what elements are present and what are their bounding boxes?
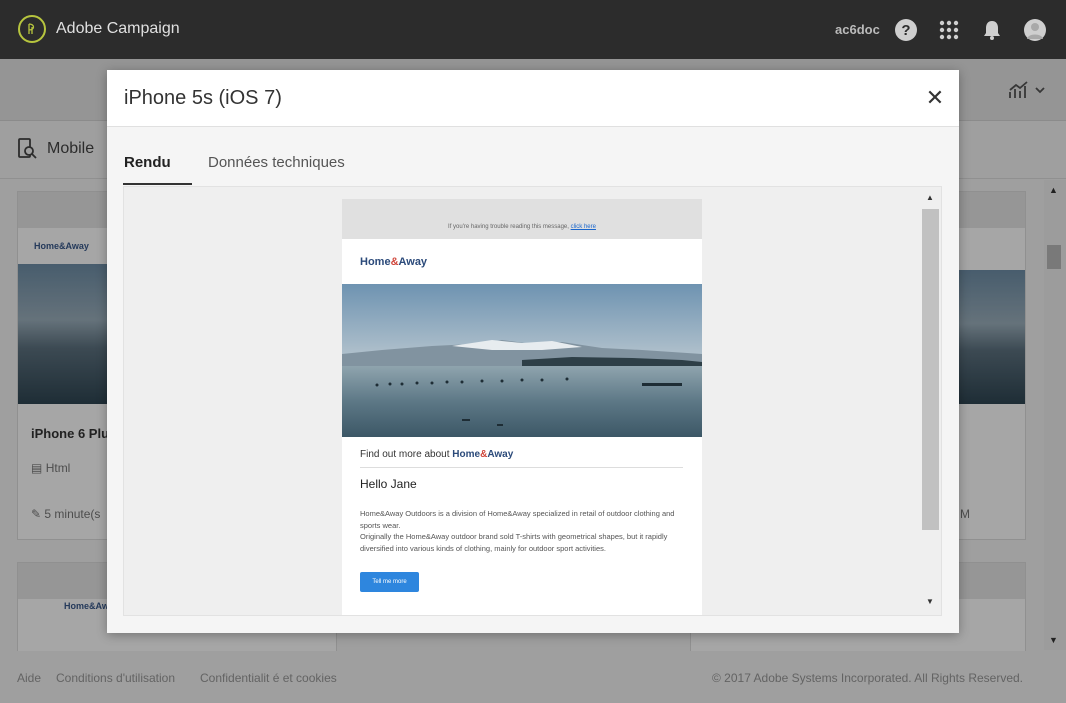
email-paragraph-2: Originally the Home&Away outdoor brand s… [360,532,668,553]
top-header: Adobe Campaign ac6doc ? [0,0,1066,59]
close-icon[interactable]: ✕ [925,87,945,109]
active-tab-indicator [123,183,192,185]
email-greeting: Hello Jane [360,477,417,491]
email-preheader [342,199,702,239]
findout-brand-home: Home [452,449,481,460]
adobe-campaign-logo-icon[interactable] [18,15,46,43]
bell-icon[interactable] [981,19,1003,41]
email-logo[interactable]: Home&Away [360,256,427,268]
logo-home-text: Home [360,256,391,268]
email-preview-pane[interactable]: If you're having trouble reading this me… [123,186,942,616]
username[interactable]: ac6doc [835,22,880,37]
apps-grid-icon[interactable] [938,19,960,41]
preview-modal: iPhone 5s (iOS 7) ✕ Rendu Données techni… [107,70,959,633]
modal-title: iPhone 5s (iOS 7) [124,87,282,109]
help-icon[interactable]: ? [895,19,917,41]
modal-header: iPhone 5s (iOS 7) ✕ [107,70,959,127]
email-click-here-link[interactable]: click here [571,224,596,230]
modal-body: Rendu Données techniques If you're havin… [107,127,959,633]
avatar-icon[interactable] [1024,19,1046,41]
tell-me-more-button[interactable]: Tell me more [360,572,419,592]
preview-scroll-up-icon[interactable]: ▲ [926,193,934,202]
email-trouble-label: If you're having trouble reading this me… [448,224,571,230]
findout-prefix: Find out more about [360,449,453,460]
preview-scroll-down-icon[interactable]: ▼ [926,597,934,606]
email-divider [360,467,683,468]
email-render: If you're having trouble reading this me… [342,199,702,615]
brand-name[interactable]: Adobe Campaign [56,20,180,38]
findout-brand: Home&Away [452,449,513,460]
email-findout-heading: Find out more about Home&Away [360,449,513,460]
email-paragraph-1: Home&Away Outdoors is a division of Home… [360,509,675,530]
logo-away-text: Away [398,256,428,268]
email-body-text: Home&Away Outdoors is a division of Home… [360,508,685,554]
findout-brand-away: Away [487,449,514,460]
tab-donnees-techniques[interactable]: Données techniques [208,154,345,171]
email-trouble-text: If you're having trouble reading this me… [342,224,702,230]
email-hero-image [342,284,702,437]
logo-amp-text: & [390,256,399,268]
tab-rendu[interactable]: Rendu [124,154,171,171]
preview-scrollbar-thumb[interactable] [922,209,939,530]
